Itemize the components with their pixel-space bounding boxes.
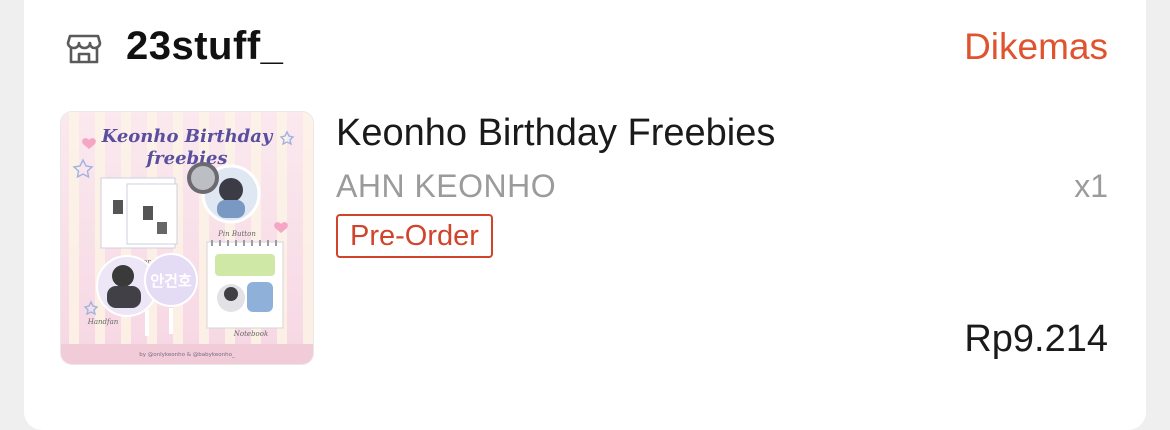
order-status: Dikemas: [964, 26, 1108, 67]
thumb-note-label: Notebook: [233, 330, 268, 338]
thumb-credit: by @onlykeonho & @babykeonho_: [139, 352, 235, 358]
shop-name[interactable]: 23stuff_: [126, 24, 283, 69]
product-thumbnail[interactable]: Keonho Birthday freebies Anchor Sheet Pi…: [60, 111, 314, 365]
thumb-fan-label: Handfan: [87, 318, 119, 326]
product-variant: AHN KEONHO: [336, 168, 557, 204]
product-title[interactable]: Keonho Birthday Freebies: [336, 112, 775, 155]
order-card[interactable]: 23stuff_ Dikemas Keonho Birthday freebie…: [24, 0, 1146, 430]
svg-text:안건호: 안건호: [150, 272, 192, 290]
shop-header[interactable]: 23stuff_ Dikemas: [24, 0, 1146, 96]
product-price: Rp9.214: [964, 318, 1108, 360]
thumb-pin-label: Pin Button: [217, 230, 256, 238]
thumb-title-line1: Keonho Birthday: [101, 126, 274, 147]
product-quantity: x1: [1074, 168, 1108, 204]
preorder-badge: Pre-Order: [336, 214, 493, 258]
thumb-title-line2: freebies: [144, 148, 227, 169]
store-icon: [66, 30, 102, 66]
